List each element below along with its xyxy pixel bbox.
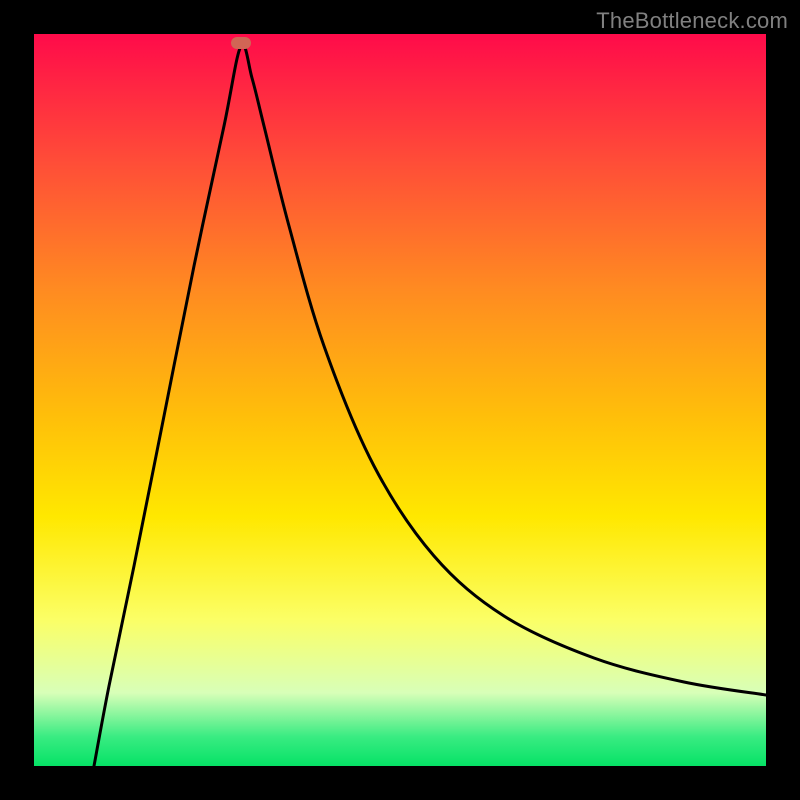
bottleneck-curve bbox=[34, 34, 766, 766]
optimal-point-marker bbox=[231, 37, 251, 49]
plot-frame bbox=[34, 34, 766, 766]
watermark-text: TheBottleneck.com bbox=[596, 8, 788, 34]
